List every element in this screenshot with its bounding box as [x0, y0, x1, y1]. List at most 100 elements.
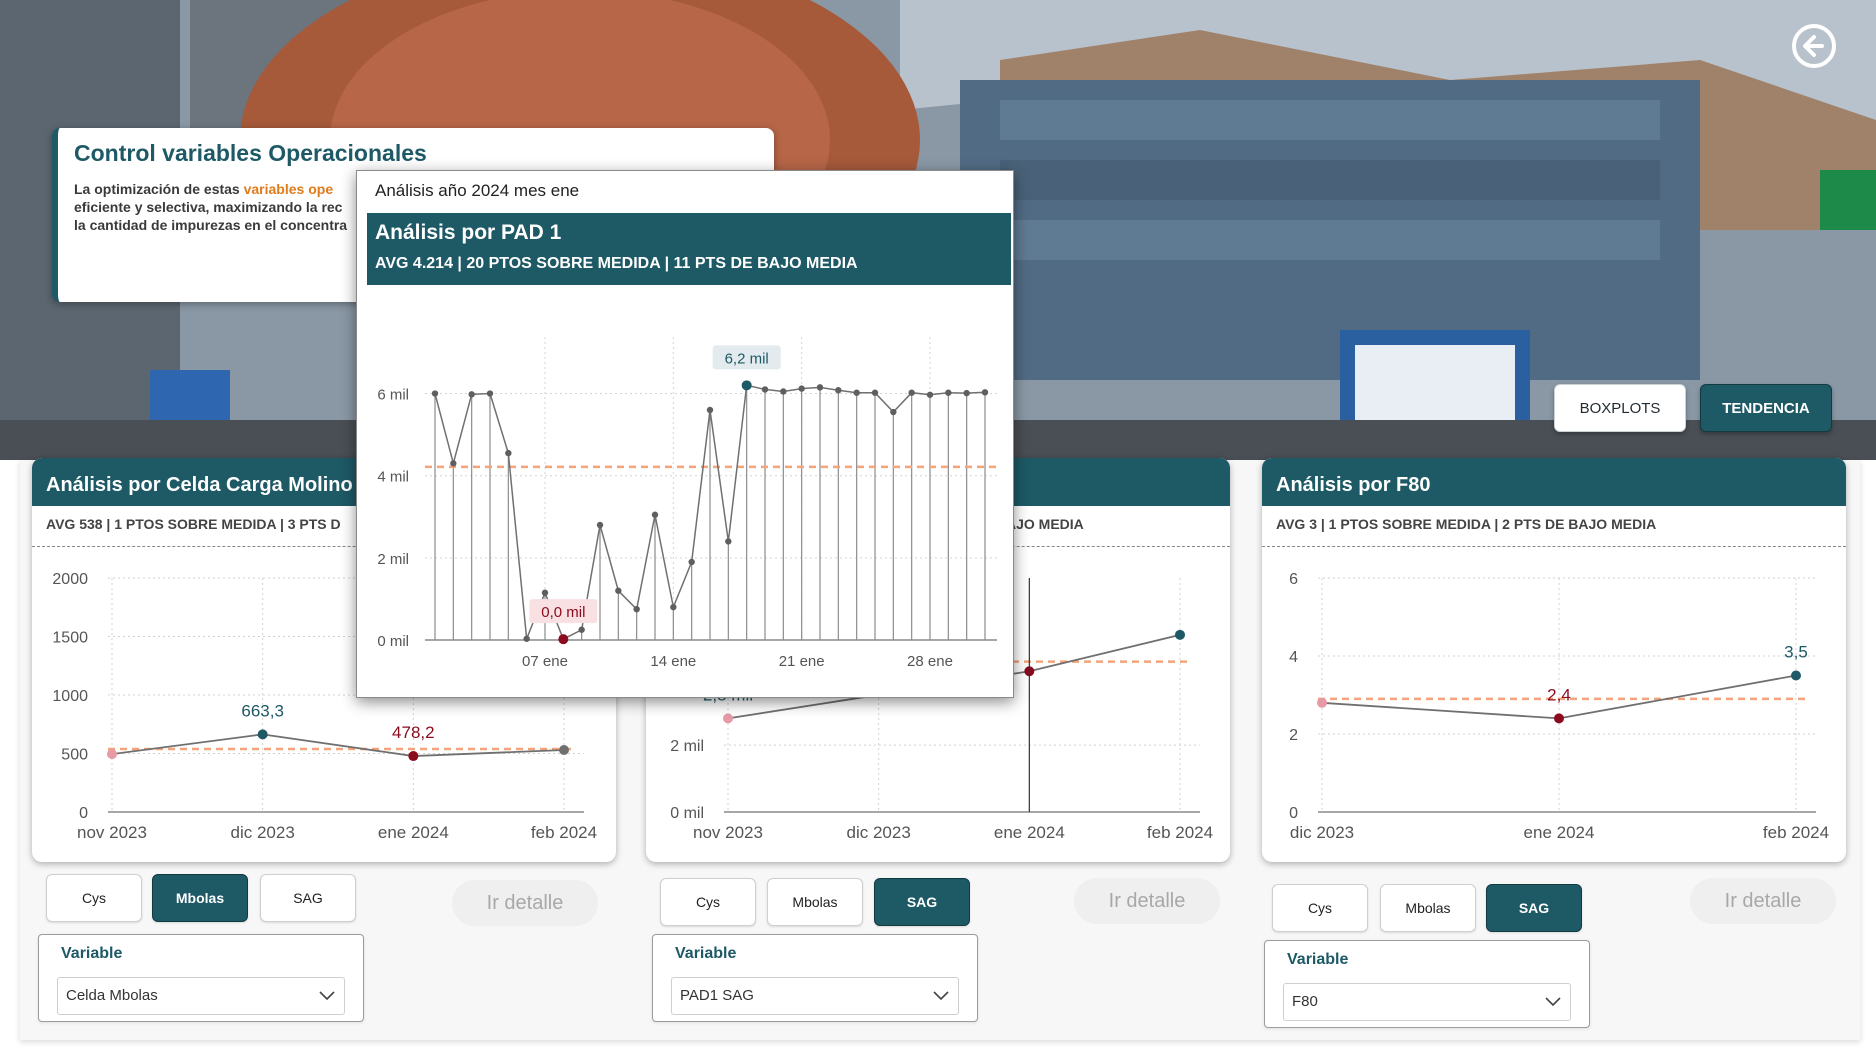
y-tick-label: 1500	[52, 630, 88, 647]
x-tick-label: ene 2024	[378, 823, 449, 842]
data-label: 2,4	[1547, 685, 1571, 704]
data-label: 663,3	[241, 701, 284, 720]
variable-dropdown[interactable]: PAD1 SAG	[671, 977, 959, 1015]
mbolas-button[interactable]: Mbolas	[1380, 884, 1476, 932]
variable-label: Variable	[61, 945, 123, 962]
data-point	[670, 603, 677, 611]
data-point	[945, 389, 952, 396]
panel-title: Análisis por F80	[1262, 458, 1846, 506]
data-point	[890, 408, 897, 416]
panel-subtitle: AVG 3 | 1 PTOS SOBRE MEDIDA | 2 PTS DE B…	[1276, 516, 1657, 532]
variable-dropdown[interactable]: F80	[1283, 983, 1571, 1021]
sag-button[interactable]: SAG	[874, 878, 970, 926]
page-title: Control variables Operacionales	[74, 140, 427, 166]
max-data-label: 6,2 mil	[725, 350, 769, 367]
data-label: 478,2	[392, 723, 435, 742]
data-point	[541, 589, 549, 596]
ir-detalle-button[interactable]: Ir detalle	[1074, 878, 1220, 924]
data-point	[798, 385, 805, 392]
sag-button[interactable]: SAG	[1486, 884, 1582, 932]
variable-label: Variable	[1287, 951, 1349, 968]
y-tick-label: 4	[1289, 649, 1298, 666]
data-label: 3,5	[1784, 643, 1808, 662]
data-point	[1791, 670, 1801, 681]
x-tick-label: dic 2023	[1290, 823, 1354, 842]
cys-button[interactable]: Cys	[1272, 884, 1368, 932]
description-text: La optimización de estas	[74, 181, 244, 197]
data-point	[257, 729, 268, 740]
description-highlight: variables ope	[243, 181, 334, 197]
variable-filter: Variable PAD1 SAG	[652, 934, 978, 1022]
x-tick-label: feb 2024	[1147, 823, 1213, 842]
variable-dropdown[interactable]: Celda Mbolas	[57, 977, 345, 1015]
ir-detalle-button[interactable]: Ir detalle	[452, 880, 598, 926]
data-point	[1554, 713, 1564, 724]
variable-filter: Variable Celda Mbolas	[38, 934, 364, 1022]
data-point	[1317, 697, 1327, 708]
data-point	[725, 538, 732, 545]
ir-detalle-button[interactable]: Ir detalle	[1690, 878, 1836, 924]
data-point	[723, 713, 733, 724]
series-line	[111, 733, 565, 757]
x-tick-label: nov 2023	[77, 823, 147, 842]
data-point	[688, 558, 695, 566]
data-point	[450, 460, 457, 467]
data-point	[780, 388, 787, 395]
data-point	[468, 391, 475, 398]
data-point	[761, 386, 769, 393]
cys-button[interactable]: Cys	[46, 874, 142, 922]
data-point	[963, 389, 970, 397]
data-point	[853, 389, 860, 396]
data-point	[835, 387, 842, 394]
panel-f80: Análisis por F80 AVG 3 | 1 PTOS SOBRE ME…	[1262, 458, 1846, 862]
data-point	[578, 626, 585, 633]
x-tick-label: nov 2023	[693, 823, 763, 842]
panel-subtitle: AVG 538 | 1 PTOS SOBRE MEDIDA | 3 PTS D	[46, 516, 341, 532]
variable-filter: Variable F80	[1264, 940, 1590, 1028]
back-button[interactable]	[1790, 22, 1838, 70]
data-point	[908, 389, 915, 396]
panel-subtitle: AJO MEDIA	[1006, 516, 1084, 532]
panel-divider	[1262, 546, 1846, 547]
min-data-label: 0,0 mil	[541, 604, 585, 621]
data-point	[523, 635, 530, 642]
description-line-2: eficiente y selectiva, maximizando la re…	[74, 199, 343, 215]
x-tick-label: ene 2024	[1524, 823, 1595, 842]
y-tick-label: 2	[1289, 727, 1298, 744]
x-tick-label: ene 2024	[994, 823, 1065, 842]
tooltip-header: Análisis por PAD 1 AVG 4.214 | 20 PTOS S…	[367, 213, 1011, 285]
y-tick-label: 0	[79, 805, 88, 822]
boxplots-toggle-button[interactable]: BOXPLOTS	[1554, 384, 1686, 432]
variable-selected-value: F80	[1292, 993, 1318, 1010]
data-point	[615, 587, 622, 594]
y-tick-label: 4 mil	[377, 469, 409, 486]
y-tick-label: 2000	[52, 571, 88, 588]
x-tick-label: 07 ene	[522, 653, 568, 670]
data-point	[981, 389, 989, 396]
y-tick-label: 2 mil	[377, 551, 409, 568]
y-tick-label: 0 mil	[377, 633, 409, 650]
sag-button[interactable]: SAG	[260, 874, 356, 922]
data-point	[633, 605, 640, 613]
data-point	[505, 449, 512, 457]
data-point	[741, 380, 752, 391]
variable-selected-value: PAD1 SAG	[680, 987, 754, 1004]
mbolas-button[interactable]: Mbolas	[767, 878, 863, 926]
description-line-3: la cantidad de impurezas en el concentra	[74, 217, 348, 233]
cys-button[interactable]: Cys	[660, 878, 756, 926]
tendencia-toggle-button[interactable]: TENDENCIA	[1700, 384, 1832, 432]
data-point	[431, 390, 439, 397]
x-tick-label: 21 ene	[779, 653, 825, 670]
data-point	[486, 390, 494, 397]
y-tick-label: 1000	[52, 688, 88, 705]
x-tick-label: 14 ene	[650, 653, 696, 670]
data-point	[871, 389, 879, 396]
x-tick-label: dic 2023	[231, 823, 295, 842]
x-tick-label: feb 2024	[1763, 823, 1829, 842]
x-tick-label: feb 2024	[531, 823, 597, 842]
drilldown-tooltip: Análisis año 2024 mes ene Análisis por P…	[356, 170, 1014, 698]
mbolas-button[interactable]: Mbolas	[152, 874, 248, 922]
y-tick-label: 0 mil	[670, 805, 704, 822]
variable-label: Variable	[675, 945, 737, 962]
chevron-down-icon	[933, 991, 949, 1001]
